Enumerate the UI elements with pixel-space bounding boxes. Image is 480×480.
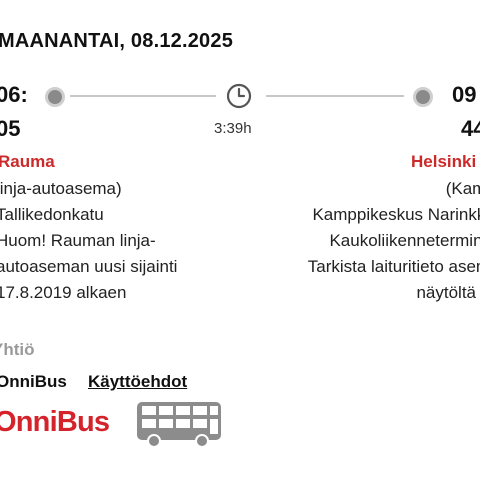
arrival-dot-icon	[413, 87, 433, 107]
arrival-time: 09 44	[452, 78, 480, 146]
departure-detail-line: autoaseman uusi sijainti	[0, 257, 178, 276]
arrival-detail-line: näytöltä	[416, 283, 476, 302]
arrival-detail-line: Kamppikeskus Narinkka 1	[312, 205, 480, 224]
departure-stop-details: linja-autoasema) Tallikedonkatu Huom! Ra…	[0, 176, 216, 306]
departure-detail-line: Tallikedonkatu	[0, 205, 104, 224]
double-decker-bus-icon	[137, 402, 221, 448]
arrival-city: Helsinki	[411, 152, 477, 171]
departure-time-minute: 05	[0, 116, 21, 141]
company-name: OnniBus	[0, 372, 67, 391]
arrival-time-hour: 09	[452, 82, 477, 107]
timeline-line-left	[70, 95, 216, 97]
arrival-detail-line: (Kamppi	[445, 179, 480, 198]
arrival-detail-line: Kaukoliikenneterminaali	[329, 231, 480, 250]
company-label: Yhtiö	[0, 340, 35, 359]
timeline-line-right	[266, 95, 404, 97]
departure-time: 06: 05	[0, 78, 28, 146]
departure-detail-line: linja-autoasema)	[0, 179, 122, 198]
arrival-detail-line: Tarkista laituritieto aseman	[307, 257, 480, 276]
arrival-time-minute: 44	[461, 116, 480, 141]
departure-city: Rauma	[0, 152, 55, 171]
terms-link[interactable]: Käyttöehdot	[88, 372, 187, 392]
trip-date: MAANANTAI, 08.12.2025	[0, 30, 234, 52]
trip-duration: 3:39h	[214, 120, 252, 137]
onnibus-logo: OnniBus	[0, 406, 110, 438]
departure-dot-icon	[45, 87, 65, 107]
departure-detail-line: 17.8.2019 alkaen	[0, 283, 127, 302]
clock-icon	[226, 83, 252, 109]
departure-detail-line: Huom! Rauman linja-	[0, 231, 156, 250]
departure-time-hour: 06:	[0, 82, 28, 107]
arrival-stop-details: (Kamppi Kamppikeskus Narinkka 1 Kaukolii…	[240, 176, 480, 306]
